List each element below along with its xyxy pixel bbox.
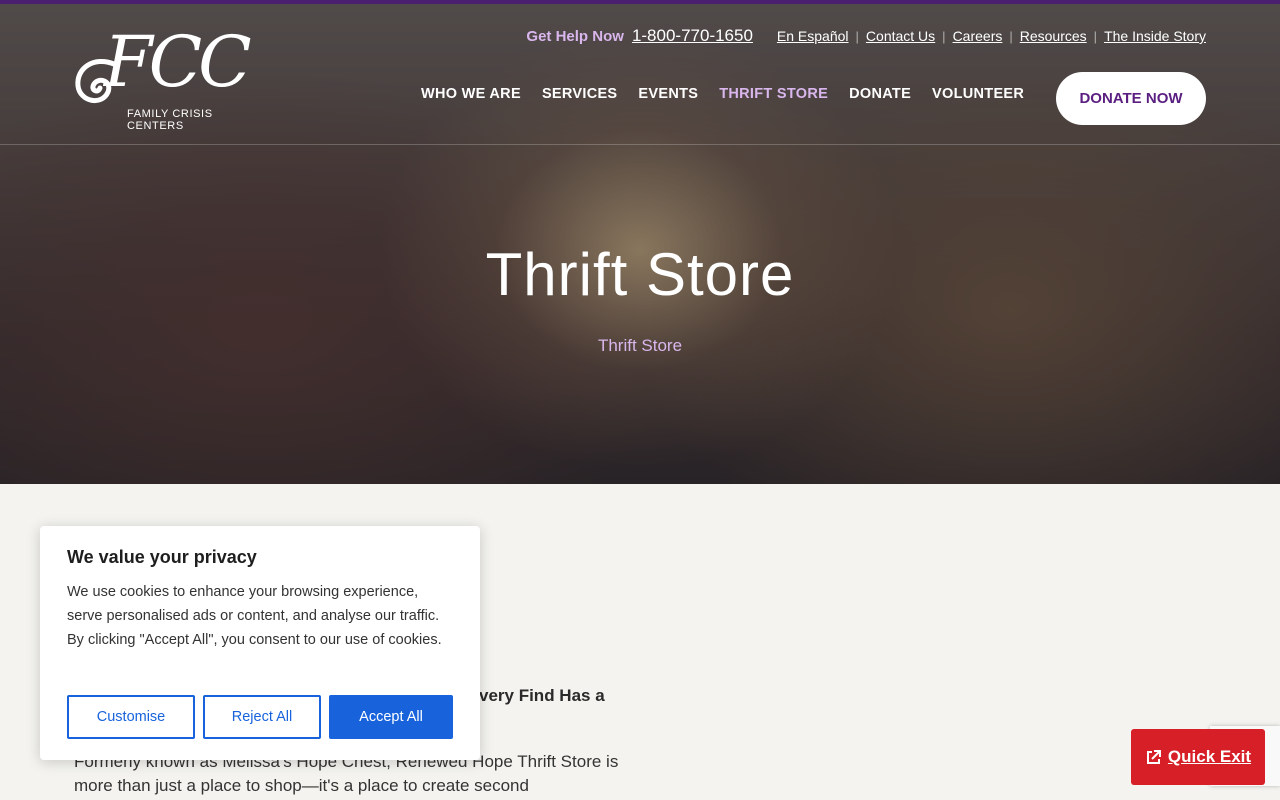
get-help-label: Get Help Now (526, 27, 624, 45)
customise-button[interactable]: Customise (67, 695, 195, 739)
utility-link-contact[interactable]: Contact Us (866, 28, 935, 44)
breadcrumb: Thrift Store (597, 336, 683, 355)
utility-separator: | (942, 28, 946, 44)
donate-now-button[interactable]: DONATE NOW (1056, 72, 1206, 125)
cookie-consent-dialog: We value your privacy We use cookies to … (40, 526, 480, 760)
nav-volunteer[interactable]: VOLUNTEER (932, 86, 1024, 102)
page-title: Thrift Store (485, 241, 795, 308)
header-divider (0, 144, 1280, 145)
external-link-icon (1146, 749, 1161, 764)
utility-separator: | (1093, 28, 1098, 44)
quick-exit-button[interactable]: Quick Exit (1131, 729, 1265, 785)
cookie-text: We use cookies to enhance your browsing … (67, 584, 442, 648)
utility-link-espanol[interactable]: En Español (777, 28, 849, 44)
content-lead-text: very Find Has a (479, 686, 605, 705)
nav-who-we-are[interactable]: WHO WE ARE (421, 86, 521, 102)
site-logo[interactable]: FCC FAMILY CRISIS CENTERS (74, 22, 266, 132)
help-phone-link[interactable]: 1-800-770-1650 (632, 26, 753, 46)
utility-link-resources[interactable]: Resources (1020, 28, 1087, 44)
logo-subtitle: FAMILY CRISIS CENTERS (127, 108, 213, 132)
utility-separator: | (855, 28, 859, 44)
utility-links: En Español | Contact Us | Careers | Reso… (777, 28, 1206, 44)
utility-link-inside-story[interactable]: The Inside Story (1104, 28, 1206, 44)
quick-exit-label: Quick Exit (1167, 747, 1252, 766)
hero-banner: FCC FAMILY CRISIS CENTERS Get Help Now 1… (0, 0, 1280, 484)
utility-bar: Get Help Now 1-800-770-1650 En Español |… (526, 26, 1206, 46)
cookie-buttons: Customise Reject All Accept All (67, 695, 453, 739)
nav-donate[interactable]: DONATE (849, 86, 911, 102)
top-accent-bar (0, 0, 1280, 4)
reject-all-button[interactable]: Reject All (203, 695, 321, 739)
nav-services[interactable]: SERVICES (542, 86, 617, 102)
nav-thrift-store[interactable]: THRIFT STORE (719, 86, 828, 102)
nav-events[interactable]: EVENTS (638, 86, 698, 102)
utility-separator: | (1009, 28, 1013, 44)
utility-link-careers[interactable]: Careers (953, 28, 1003, 44)
accept-all-button[interactable]: Accept All (329, 695, 453, 739)
logo-mark: FCC (104, 21, 252, 103)
cookie-title: We value your privacy (67, 547, 257, 567)
main-nav: WHO WE ARE SERVICES EVENTS THRIFT STORE … (421, 86, 1045, 102)
